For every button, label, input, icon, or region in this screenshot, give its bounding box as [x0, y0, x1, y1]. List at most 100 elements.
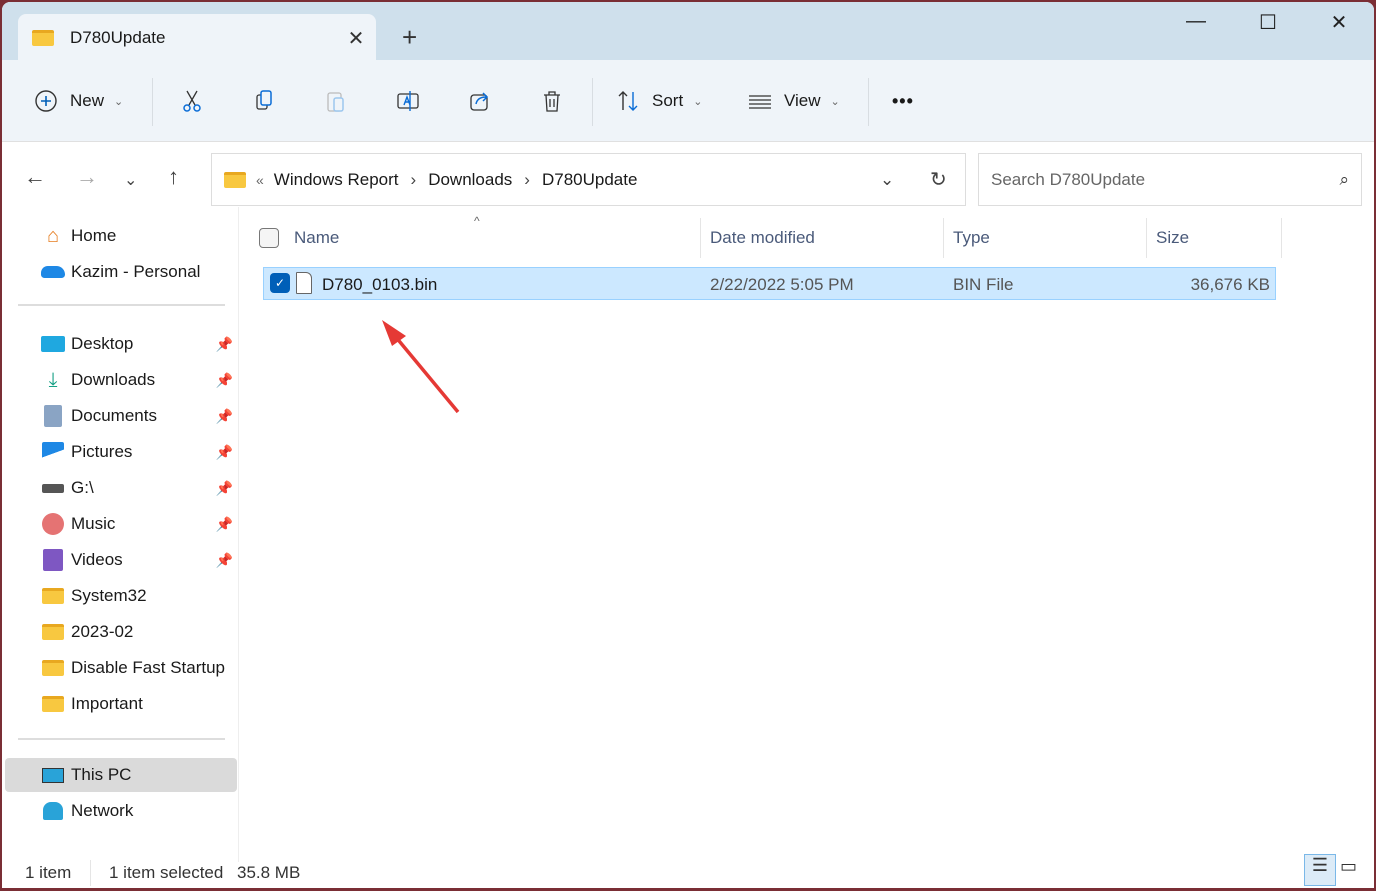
tiles-view-button[interactable]: ▭ — [1340, 856, 1357, 877]
sidebar-item-onedrive[interactable]: Kazim - Personal — [5, 255, 237, 289]
breadcrumb-downloads[interactable]: Downloads — [428, 170, 512, 190]
breadcrumb-separator[interactable]: › — [524, 170, 530, 190]
sidebar-item-disable-fast-startup[interactable]: Disable Fast Startup — [5, 651, 237, 685]
home-icon: ⌂ — [46, 224, 60, 247]
folder-icon — [41, 658, 65, 678]
label: Desktop — [71, 334, 134, 353]
cut-icon — [183, 90, 201, 112]
up-button[interactable]: ↑ — [168, 164, 179, 190]
label: Disable Fast Startup — [71, 658, 226, 677]
forward-button[interactable]: → — [76, 164, 98, 190]
column-header-date-modified[interactable]: Date modified — [710, 228, 815, 248]
select-all-checkbox[interactable] — [259, 228, 279, 248]
sidebar-item-videos[interactable]: Videos 📌 — [5, 543, 237, 577]
item-count: 1 item — [25, 863, 72, 882]
row-checkbox-checked[interactable]: ✓ — [270, 273, 290, 293]
selected-size: 35.8 MB — [237, 863, 301, 882]
column-divider[interactable] — [943, 218, 944, 258]
view-button[interactable]: View ⌄ — [748, 82, 840, 120]
breadcrumb-windows-report[interactable]: Windows Report — [274, 170, 399, 190]
details-view-button[interactable]: ☰ — [1304, 854, 1336, 886]
share-button[interactable] — [468, 82, 492, 120]
command-bar: New ⌄ Sort ⌄ View ⌄ ••• — [2, 60, 1374, 142]
sidebar-item-g-[interactable]: G:\ 📌 — [5, 471, 237, 505]
new-button[interactable]: New ⌄ — [34, 82, 123, 120]
column-header-size[interactable]: Size — [1156, 228, 1189, 248]
copy-button[interactable] — [252, 82, 276, 120]
label: 2023-02 — [71, 622, 134, 641]
sidebar-item-2023-02[interactable]: 2023-02 — [5, 615, 237, 649]
sort-icon — [618, 91, 638, 111]
sidebar-item-documents[interactable]: Documents 📌 — [5, 399, 237, 433]
more-options-button[interactable]: ••• — [892, 82, 914, 120]
chevron-down-icon: ⌄ — [114, 95, 124, 108]
label: Kazim - Personal — [71, 262, 201, 281]
paste-button[interactable] — [324, 82, 348, 120]
sidebar-item-this-pc[interactable]: This PC — [5, 758, 237, 792]
sidebar-item-desktop[interactable]: Desktop 📌 — [5, 327, 237, 361]
tab-title: D780Update — [70, 28, 166, 47]
file-name: D780_0103.bin — [322, 275, 438, 294]
documents-icon — [41, 405, 65, 427]
refresh-icon[interactable]: ↻ — [930, 167, 947, 192]
new-tab-button[interactable]: + — [402, 22, 417, 53]
divider — [18, 738, 225, 740]
file-row[interactable]: ✓ D780_0103.bin 2/22/2022 5:05 PM BIN Fi… — [263, 267, 1276, 300]
videos-icon — [41, 549, 65, 571]
new-label: New — [70, 91, 105, 110]
column-divider[interactable] — [700, 218, 701, 258]
cut-button[interactable] — [180, 82, 204, 120]
column-divider[interactable] — [1281, 218, 1282, 258]
maximize-button[interactable]: ☐ — [1245, 10, 1291, 35]
view-label: View — [784, 91, 821, 110]
file-date: 2/22/2022 5:05 PM — [710, 275, 854, 294]
sidebar-item-home[interactable]: ⌂ Home — [5, 219, 237, 253]
divider — [592, 78, 593, 126]
sidebar-item-system32[interactable]: System32 — [5, 579, 237, 613]
breadcrumb-separator[interactable]: › — [411, 170, 417, 190]
view-icon — [749, 95, 771, 109]
navigation-pane: ⌂ Home Kazim - Personal Desktop 📌 ⤓ Download… — [2, 207, 239, 862]
pin-icon: 📌 — [215, 407, 233, 424]
column-divider[interactable] — [1146, 218, 1147, 258]
delete-button[interactable] — [540, 82, 564, 120]
pin-icon: 📌 — [215, 479, 233, 496]
rename-button[interactable] — [396, 82, 420, 120]
search-icon: ⌕ — [1339, 169, 1349, 189]
music-icon — [41, 513, 65, 535]
title-bar: D780Update ✕ + — ☐ ✕ — [2, 2, 1374, 62]
sidebar-item-downloads[interactable]: ⤓ Downloads 📌 — [5, 363, 237, 397]
downloads-icon: ⤓ — [48, 368, 58, 391]
sort-button[interactable]: Sort ⌄ — [616, 82, 702, 120]
sidebar-item-pictures[interactable]: Pictures 📌 — [5, 435, 237, 469]
folder-icon — [41, 586, 65, 606]
address-dropdown-icon[interactable]: ⌄ — [880, 170, 894, 190]
address-bar[interactable]: « Windows Report › Downloads › D780Updat… — [211, 153, 966, 206]
label: Pictures — [71, 442, 133, 461]
sort-label: Sort — [652, 91, 684, 110]
file-size: 36,676 KB — [1190, 275, 1270, 294]
column-header-type[interactable]: Type — [953, 228, 990, 248]
recent-locations-button[interactable]: ⌄ — [124, 170, 137, 190]
back-button[interactable]: ← — [24, 164, 46, 190]
column-header-name[interactable]: Name — [294, 228, 339, 248]
cloud-icon — [41, 262, 65, 282]
breadcrumb-overflow[interactable]: « — [256, 172, 264, 188]
folder-icon — [32, 30, 54, 46]
computer-icon — [41, 765, 65, 785]
label: Music — [71, 514, 116, 533]
minimize-button[interactable]: — — [1173, 10, 1219, 33]
sidebar-item-important[interactable]: Important — [5, 687, 237, 721]
annotation-arrow — [382, 320, 460, 414]
search-placeholder: Search D780Update — [991, 169, 1146, 189]
g-icon — [41, 478, 65, 498]
close-tab-button[interactable]: ✕ — [336, 26, 376, 51]
search-input[interactable]: Search D780Update ⌕ — [978, 153, 1362, 206]
sidebar-item-network[interactable]: Network — [5, 794, 237, 828]
sidebar-item-music[interactable]: Music 📌 — [5, 507, 237, 541]
close-window-button[interactable]: ✕ — [1316, 10, 1362, 35]
tab-d780update[interactable]: D780Update ✕ — [18, 14, 376, 62]
breadcrumb-d780update[interactable]: D780Update — [542, 170, 637, 190]
folder-icon — [224, 171, 246, 188]
divider — [868, 78, 869, 126]
